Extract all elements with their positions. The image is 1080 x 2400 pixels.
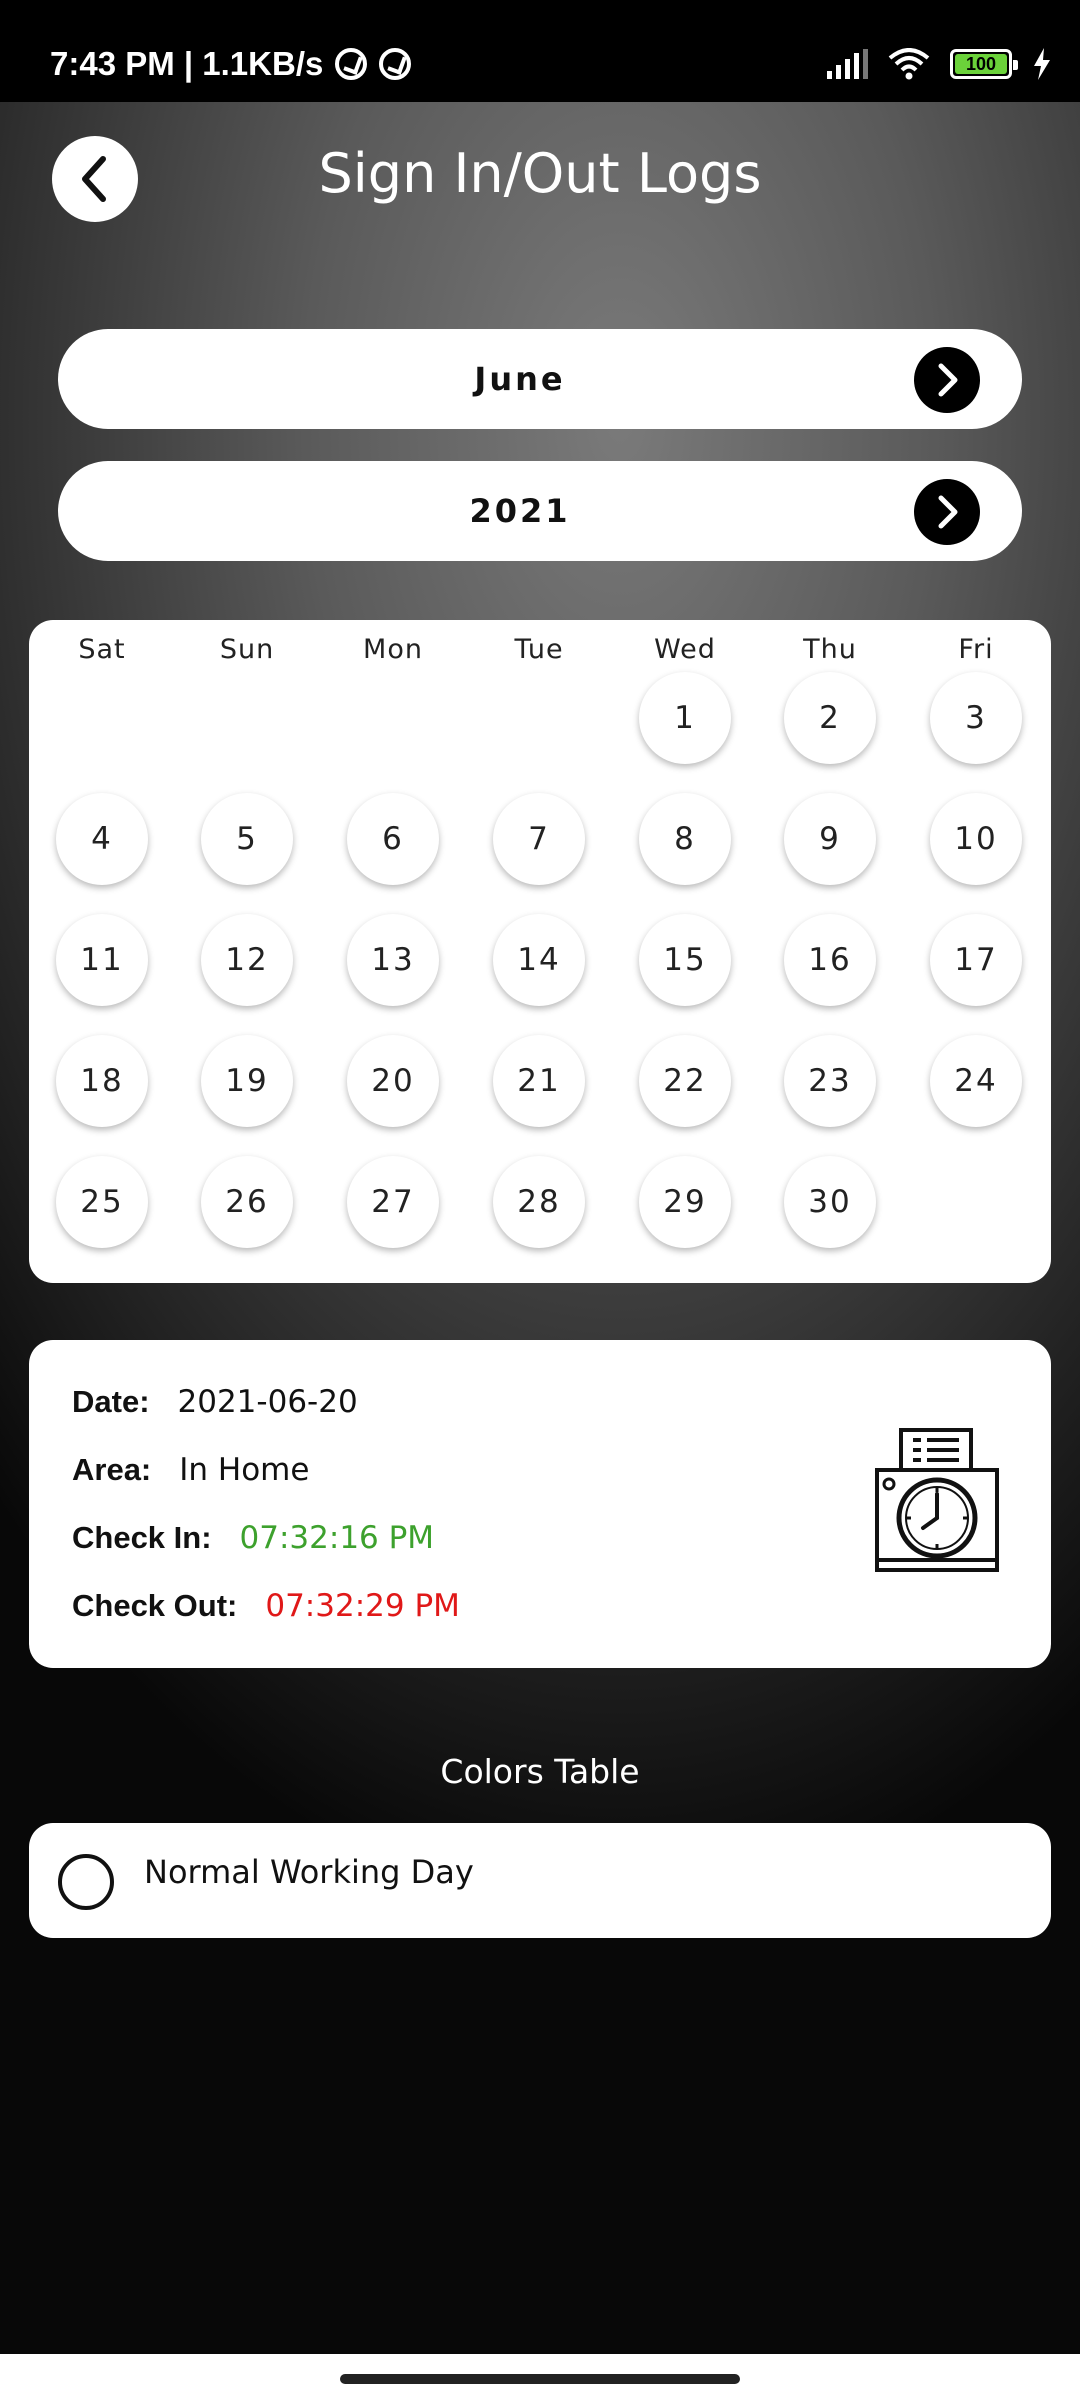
calendar-day-13[interactable]: 13: [347, 914, 439, 1006]
check-in-value: 07:32:16 PM: [239, 1520, 435, 1556]
calendar-day-16[interactable]: 16: [784, 914, 876, 1006]
battery-icon: 100: [950, 49, 1018, 79]
calendar-day-25[interactable]: 25: [56, 1156, 148, 1248]
calendar-day-1[interactable]: 1: [639, 672, 731, 764]
calendar-day-28[interactable]: 28: [493, 1156, 585, 1248]
check-out-row: Check Out: 07:32:29 PM: [72, 1588, 460, 1624]
calendar-day-27[interactable]: 27: [347, 1156, 439, 1248]
weekday-header: Sat Sun Mon Tue Wed Thu Fri: [29, 634, 1051, 674]
chevron-right-icon: [938, 363, 958, 397]
colors-table-title: Colors Table: [440, 1752, 640, 1791]
sync-icon: [379, 48, 412, 80]
check-in-row: Check In: 07:32:16 PM: [72, 1520, 434, 1556]
year-next-button[interactable]: [914, 479, 980, 545]
check-out-label: Check Out:: [72, 1588, 238, 1623]
date-label: Date:: [72, 1384, 150, 1419]
calendar-day-29[interactable]: 29: [639, 1156, 731, 1248]
log-details-card: Date: 2021-06-20 Area: In Home Check In:…: [29, 1340, 1051, 1668]
calendar-day-8[interactable]: 8: [639, 793, 731, 885]
calendar-day-4[interactable]: 4: [56, 793, 148, 885]
data-saver-icon: [335, 48, 368, 80]
status-right: 100: [827, 44, 1052, 84]
weekday-tue: Tue: [514, 634, 564, 665]
calendar-day-2[interactable]: 2: [784, 672, 876, 764]
status-bar: 7:43 PM | 1.1KB/s 100: [0, 0, 1080, 102]
weekday-fri: Fri: [958, 634, 994, 665]
page-title: Sign In/Out Logs: [318, 142, 762, 205]
calendar-day-15[interactable]: 15: [639, 914, 731, 1006]
calendar-day-3[interactable]: 3: [930, 672, 1022, 764]
weekday-thu: Thu: [803, 634, 857, 665]
navigation-bar: [0, 2354, 1080, 2400]
weekday-wed: Wed: [654, 634, 716, 665]
area-row: Area: In Home: [72, 1452, 309, 1488]
month-next-button[interactable]: [914, 347, 980, 413]
calendar-day-10[interactable]: 10: [930, 793, 1022, 885]
chevron-right-icon: [938, 495, 958, 529]
area-label: Area:: [72, 1452, 152, 1487]
calendar-day-21[interactable]: 21: [493, 1035, 585, 1127]
year-value: 2021: [469, 492, 571, 530]
status-time-speed: 7:43 PM | 1.1KB/s: [50, 45, 324, 82]
area-value: In Home: [179, 1452, 310, 1488]
date-value: 2021-06-20: [177, 1384, 358, 1420]
calendar-day-5[interactable]: 5: [201, 793, 293, 885]
weekday-sat: Sat: [78, 634, 126, 665]
calendar-day-6[interactable]: 6: [347, 793, 439, 885]
battery-level: 100: [955, 54, 1007, 74]
weekday-mon: Mon: [363, 634, 423, 665]
month-picker[interactable]: June: [58, 329, 1022, 429]
calendar-day-23[interactable]: 23: [784, 1035, 876, 1127]
signal-icon: [827, 49, 868, 79]
calendar-day-18[interactable]: 18: [56, 1035, 148, 1127]
home-gesture-handle[interactable]: [340, 2374, 740, 2384]
calendar-day-20[interactable]: 20: [347, 1035, 439, 1127]
calendar-day-7[interactable]: 7: [493, 793, 585, 885]
calendar-day-19[interactable]: 19: [201, 1035, 293, 1127]
calendar-day-24[interactable]: 24: [930, 1035, 1022, 1127]
calendar-day-9[interactable]: 9: [784, 793, 876, 885]
calendar-day-30[interactable]: 30: [784, 1156, 876, 1248]
circle-outline-icon: [58, 1854, 114, 1910]
calendar-day-12[interactable]: 12: [201, 914, 293, 1006]
year-picker[interactable]: 2021: [58, 461, 1022, 561]
calendar-day-11[interactable]: 11: [56, 914, 148, 1006]
calendar-day-22[interactable]: 22: [639, 1035, 731, 1127]
check-in-label: Check In:: [72, 1520, 212, 1555]
check-out-value: 07:32:29 PM: [265, 1588, 460, 1624]
colors-table-card: Normal Working Day: [29, 1823, 1051, 1938]
status-left: 7:43 PM | 1.1KB/s: [50, 44, 412, 84]
calendar-day-17[interactable]: 17: [930, 914, 1022, 1006]
weekday-sun: Sun: [219, 634, 275, 665]
charging-icon: [1034, 48, 1050, 80]
calendar-card: Sat Sun Mon Tue Wed Thu Fri 1 2 3 4 5 6 7 8 9 10 11 12 13 1…: [29, 620, 1051, 1283]
month-value: June: [474, 360, 566, 398]
wifi-icon: [888, 48, 930, 80]
calendar-day-26[interactable]: 26: [201, 1156, 293, 1248]
time-clock-icon: [875, 1428, 999, 1572]
legend-label-normal-working-day: Normal Working Day: [144, 1853, 474, 1891]
date-row: Date: 2021-06-20: [72, 1384, 358, 1420]
calendar-day-14[interactable]: 14: [493, 914, 585, 1006]
